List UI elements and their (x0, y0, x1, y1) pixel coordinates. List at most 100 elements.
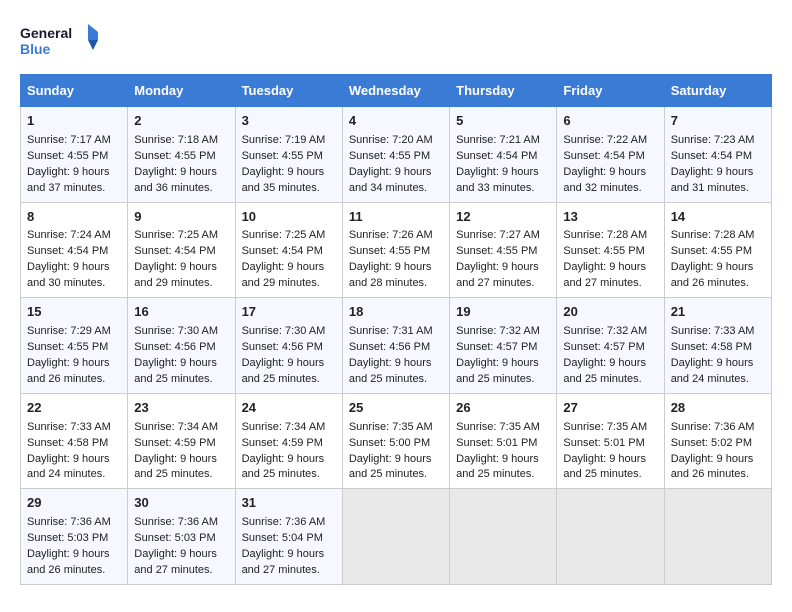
daylight-label: Daylight: 9 hours and 27 minutes. (242, 548, 325, 576)
daylight-label: Daylight: 9 hours and 27 minutes. (134, 548, 217, 576)
sunset-label: Sunset: 5:03 PM (134, 532, 215, 544)
calendar-table: SundayMondayTuesdayWednesdayThursdayFrid… (20, 74, 772, 585)
calendar-cell (557, 489, 664, 585)
sunrise-label: Sunrise: 7:32 AM (563, 325, 647, 337)
calendar-cell: 20Sunrise: 7:32 AMSunset: 4:57 PMDayligh… (557, 298, 664, 394)
daylight-label: Daylight: 9 hours and 24 minutes. (27, 453, 110, 481)
calendar-cell: 31Sunrise: 7:36 AMSunset: 5:04 PMDayligh… (235, 489, 342, 585)
sunset-label: Sunset: 4:55 PM (349, 150, 430, 162)
daylight-label: Daylight: 9 hours and 29 minutes. (242, 261, 325, 289)
sunset-label: Sunset: 5:02 PM (671, 437, 752, 449)
calendar-cell: 17Sunrise: 7:30 AMSunset: 4:56 PMDayligh… (235, 298, 342, 394)
sunset-label: Sunset: 4:55 PM (134, 150, 215, 162)
daylight-label: Daylight: 9 hours and 26 minutes. (671, 453, 754, 481)
generalblue-logo-svg: General Blue (20, 20, 100, 64)
daylight-label: Daylight: 9 hours and 25 minutes. (563, 357, 646, 385)
calendar-cell: 16Sunrise: 7:30 AMSunset: 4:56 PMDayligh… (128, 298, 235, 394)
sunset-label: Sunset: 4:54 PM (563, 150, 644, 162)
sunrise-label: Sunrise: 7:28 AM (563, 229, 647, 241)
sunset-label: Sunset: 5:03 PM (27, 532, 108, 544)
day-number: 4 (349, 112, 443, 131)
calendar-cell: 28Sunrise: 7:36 AMSunset: 5:02 PMDayligh… (664, 393, 771, 489)
sunrise-label: Sunrise: 7:19 AM (242, 134, 326, 146)
day-number: 9 (134, 208, 228, 227)
sunset-label: Sunset: 4:54 PM (456, 150, 537, 162)
daylight-label: Daylight: 9 hours and 25 minutes. (456, 453, 539, 481)
sunrise-label: Sunrise: 7:34 AM (242, 421, 326, 433)
calendar-cell: 19Sunrise: 7:32 AMSunset: 4:57 PMDayligh… (450, 298, 557, 394)
day-number: 28 (671, 399, 765, 418)
sunset-label: Sunset: 5:01 PM (456, 437, 537, 449)
sunrise-label: Sunrise: 7:22 AM (563, 134, 647, 146)
sunrise-label: Sunrise: 7:18 AM (134, 134, 218, 146)
sunset-label: Sunset: 4:54 PM (27, 245, 108, 257)
calendar-week-row: 8Sunrise: 7:24 AMSunset: 4:54 PMDaylight… (21, 202, 772, 298)
sunrise-label: Sunrise: 7:21 AM (456, 134, 540, 146)
sunrise-label: Sunrise: 7:33 AM (27, 421, 111, 433)
svg-text:Blue: Blue (20, 41, 51, 57)
sunset-label: Sunset: 4:59 PM (242, 437, 323, 449)
daylight-label: Daylight: 9 hours and 26 minutes. (671, 261, 754, 289)
sunrise-label: Sunrise: 7:17 AM (27, 134, 111, 146)
sunrise-label: Sunrise: 7:36 AM (134, 516, 218, 528)
sunrise-label: Sunrise: 7:23 AM (671, 134, 755, 146)
sunrise-label: Sunrise: 7:20 AM (349, 134, 433, 146)
calendar-cell: 18Sunrise: 7:31 AMSunset: 4:56 PMDayligh… (342, 298, 449, 394)
daylight-label: Daylight: 9 hours and 25 minutes. (456, 357, 539, 385)
day-number: 15 (27, 303, 121, 322)
day-number: 26 (456, 399, 550, 418)
daylight-label: Daylight: 9 hours and 37 minutes. (27, 166, 110, 194)
calendar-header-row: SundayMondayTuesdayWednesdayThursdayFrid… (21, 75, 772, 107)
calendar-cell (664, 489, 771, 585)
sunrise-label: Sunrise: 7:35 AM (563, 421, 647, 433)
daylight-label: Daylight: 9 hours and 24 minutes. (671, 357, 754, 385)
sunrise-label: Sunrise: 7:26 AM (349, 229, 433, 241)
sunset-label: Sunset: 4:55 PM (27, 150, 108, 162)
sunrise-label: Sunrise: 7:34 AM (134, 421, 218, 433)
daylight-label: Daylight: 9 hours and 30 minutes. (27, 261, 110, 289)
day-number: 31 (242, 494, 336, 513)
calendar-cell: 30Sunrise: 7:36 AMSunset: 5:03 PMDayligh… (128, 489, 235, 585)
day-number: 20 (563, 303, 657, 322)
sunset-label: Sunset: 4:55 PM (27, 341, 108, 353)
sunset-label: Sunset: 4:58 PM (671, 341, 752, 353)
calendar-cell: 23Sunrise: 7:34 AMSunset: 4:59 PMDayligh… (128, 393, 235, 489)
column-header-friday: Friday (557, 75, 664, 107)
calendar-cell: 25Sunrise: 7:35 AMSunset: 5:00 PMDayligh… (342, 393, 449, 489)
calendar-week-row: 22Sunrise: 7:33 AMSunset: 4:58 PMDayligh… (21, 393, 772, 489)
calendar-cell: 10Sunrise: 7:25 AMSunset: 4:54 PMDayligh… (235, 202, 342, 298)
day-number: 8 (27, 208, 121, 227)
sunrise-label: Sunrise: 7:25 AM (242, 229, 326, 241)
column-header-tuesday: Tuesday (235, 75, 342, 107)
day-number: 12 (456, 208, 550, 227)
sunrise-label: Sunrise: 7:33 AM (671, 325, 755, 337)
calendar-cell: 11Sunrise: 7:26 AMSunset: 4:55 PMDayligh… (342, 202, 449, 298)
day-number: 11 (349, 208, 443, 227)
daylight-label: Daylight: 9 hours and 25 minutes. (242, 357, 325, 385)
calendar-cell: 27Sunrise: 7:35 AMSunset: 5:01 PMDayligh… (557, 393, 664, 489)
daylight-label: Daylight: 9 hours and 27 minutes. (563, 261, 646, 289)
sunset-label: Sunset: 4:59 PM (134, 437, 215, 449)
day-number: 19 (456, 303, 550, 322)
calendar-cell (342, 489, 449, 585)
daylight-label: Daylight: 9 hours and 32 minutes. (563, 166, 646, 194)
day-number: 13 (563, 208, 657, 227)
sunrise-label: Sunrise: 7:36 AM (27, 516, 111, 528)
sunrise-label: Sunrise: 7:25 AM (134, 229, 218, 241)
day-number: 1 (27, 112, 121, 131)
calendar-week-row: 15Sunrise: 7:29 AMSunset: 4:55 PMDayligh… (21, 298, 772, 394)
column-header-thursday: Thursday (450, 75, 557, 107)
daylight-label: Daylight: 9 hours and 29 minutes. (134, 261, 217, 289)
calendar-cell: 14Sunrise: 7:28 AMSunset: 4:55 PMDayligh… (664, 202, 771, 298)
sunset-label: Sunset: 4:54 PM (242, 245, 323, 257)
calendar-cell: 7Sunrise: 7:23 AMSunset: 4:54 PMDaylight… (664, 107, 771, 203)
day-number: 6 (563, 112, 657, 131)
sunset-label: Sunset: 4:57 PM (456, 341, 537, 353)
daylight-label: Daylight: 9 hours and 34 minutes. (349, 166, 432, 194)
calendar-cell: 13Sunrise: 7:28 AMSunset: 4:55 PMDayligh… (557, 202, 664, 298)
calendar-cell: 2Sunrise: 7:18 AMSunset: 4:55 PMDaylight… (128, 107, 235, 203)
sunrise-label: Sunrise: 7:35 AM (456, 421, 540, 433)
sunset-label: Sunset: 4:58 PM (27, 437, 108, 449)
sunrise-label: Sunrise: 7:30 AM (134, 325, 218, 337)
sunrise-label: Sunrise: 7:27 AM (456, 229, 540, 241)
